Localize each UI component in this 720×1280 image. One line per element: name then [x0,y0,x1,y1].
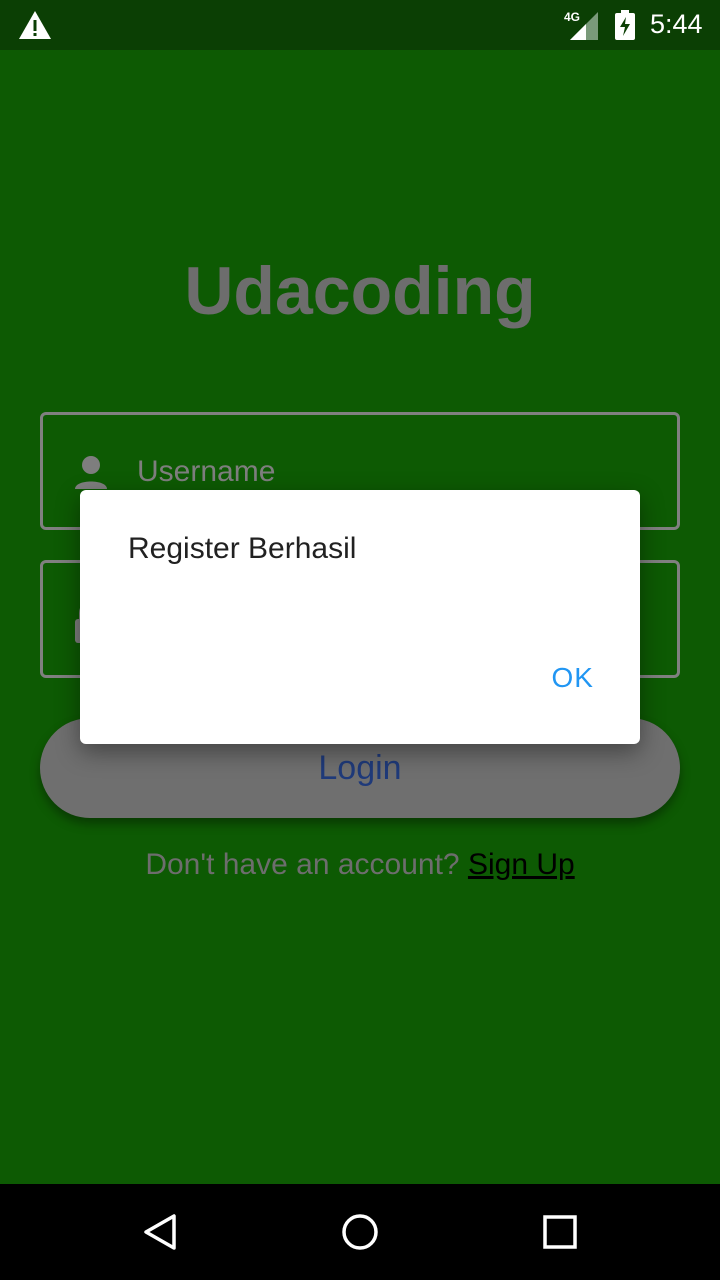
back-icon[interactable] [140,1212,180,1252]
ok-button[interactable]: OK [552,662,594,694]
signup-row: Don't have an account? Sign Up [0,848,720,882]
dialog-message: Register Berhasil [128,532,357,565]
warning-icon [19,11,51,39]
battery-charging-icon [615,10,635,40]
signup-prompt: Don't have an account? [145,848,460,881]
recents-icon[interactable] [542,1212,578,1252]
person-icon [75,456,107,489]
signal-icon [570,12,598,40]
navigation-bar [0,1184,720,1280]
alert-dialog: Register Berhasil OK [80,490,640,744]
username-placeholder: Username [137,455,276,488]
status-bar: 4G 5:44 [0,0,720,50]
clock: 5:44 [650,9,703,39]
app-title: Udacoding [184,253,536,329]
home-icon[interactable] [340,1212,380,1252]
signup-link[interactable]: Sign Up [468,848,575,881]
